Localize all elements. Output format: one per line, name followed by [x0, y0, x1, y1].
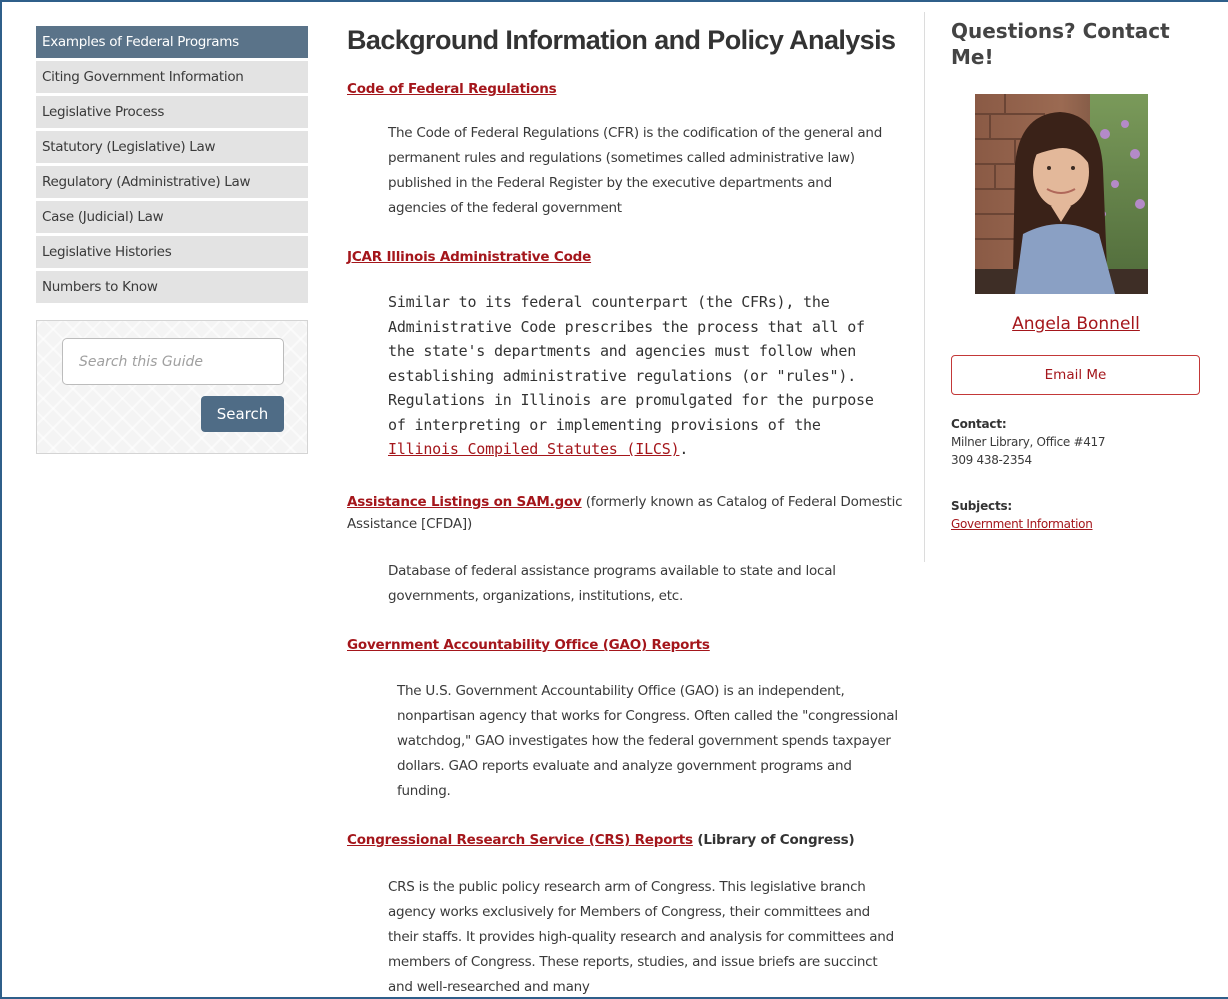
- search-input[interactable]: [62, 338, 284, 385]
- crs-link-suffix: (Library of Congress): [692, 832, 855, 848]
- resource-description-gao: The U.S. Government Accountability Offic…: [397, 683, 898, 799]
- search-button[interactable]: Search: [201, 396, 284, 432]
- sidebar-item-numbers-to-know[interactable]: Numbers to Know: [36, 271, 308, 303]
- resource-description-cfr: The Code of Federal Regulations (CFR) is…: [388, 125, 883, 216]
- sidebar-item-statutory-law[interactable]: Statutory (Legislative) Law: [36, 131, 308, 163]
- resource-heading-crs: Congressional Research Service (CRS) Rep…: [347, 829, 917, 851]
- guide-nav: Examples of Federal Programs Citing Gove…: [36, 26, 308, 306]
- ilcs-link[interactable]: Illinois Compiled Statutes (ILCS): [388, 440, 680, 458]
- sidebar-item-citing-government-information[interactable]: Citing Government Information: [36, 61, 308, 93]
- contact-office: Milner Library, Office #417: [951, 435, 1106, 449]
- page-title: Background Information and Policy Analys…: [347, 25, 896, 55]
- profile-photo-image: [975, 94, 1148, 294]
- resource-link-crs[interactable]: Congressional Research Service (CRS) Rep…: [347, 832, 693, 848]
- jcar-description-text: Similar to its federal counterpart (the …: [388, 293, 874, 434]
- contact-label: Contact:: [951, 417, 1007, 431]
- jcar-description-end: .: [679, 440, 689, 458]
- resource-link-jcar[interactable]: JCAR Illinois Administrative Code: [347, 249, 591, 265]
- resource-link-gao[interactable]: Government Accountability Office (GAO) R…: [347, 637, 710, 653]
- subjects-label: Subjects:: [951, 499, 1013, 513]
- profile-photo: [975, 94, 1148, 294]
- resource-description-sam: Database of federal assistance programs …: [388, 563, 836, 604]
- resource-heading-sam: Assistance Listings on SAM.gov (formerly…: [347, 491, 907, 535]
- contact-phone: 309 438-2354: [951, 453, 1032, 467]
- sidebar-item-examples-of-federal-programs[interactable]: Examples of Federal Programs: [36, 26, 308, 58]
- subject-link-government-information[interactable]: Government Information: [951, 517, 1093, 531]
- sidebar-item-legislative-histories[interactable]: Legislative Histories: [36, 236, 308, 268]
- page-frame: Examples of Federal Programs Citing Gove…: [0, 0, 1228, 999]
- sidebar-item-legislative-process[interactable]: Legislative Process: [36, 96, 308, 128]
- contact-heading: Questions? Contact Me!: [951, 19, 1170, 69]
- sidebar-item-case-law[interactable]: Case (Judicial) Law: [36, 201, 308, 233]
- email-me-button[interactable]: Email Me: [951, 355, 1200, 395]
- sidebar-item-regulatory-law[interactable]: Regulatory (Administrative) Law: [36, 166, 308, 198]
- resource-description-jcar: Similar to its federal counterpart (the …: [388, 290, 888, 462]
- guide-search-box: Search: [36, 320, 308, 454]
- resource-description-crs: CRS is the public policy research arm of…: [388, 879, 894, 995]
- main-content: Background Information and Policy Analys…: [347, 22, 917, 58]
- resource-link-sam[interactable]: Assistance Listings on SAM.gov: [347, 494, 582, 510]
- profile-name-link[interactable]: Angela Bonnell: [951, 314, 1201, 334]
- resource-link-cfr[interactable]: Code of Federal Regulations: [347, 81, 557, 97]
- profile-box: Questions? Contact Me! Angela Bonnell Em…: [924, 12, 1228, 562]
